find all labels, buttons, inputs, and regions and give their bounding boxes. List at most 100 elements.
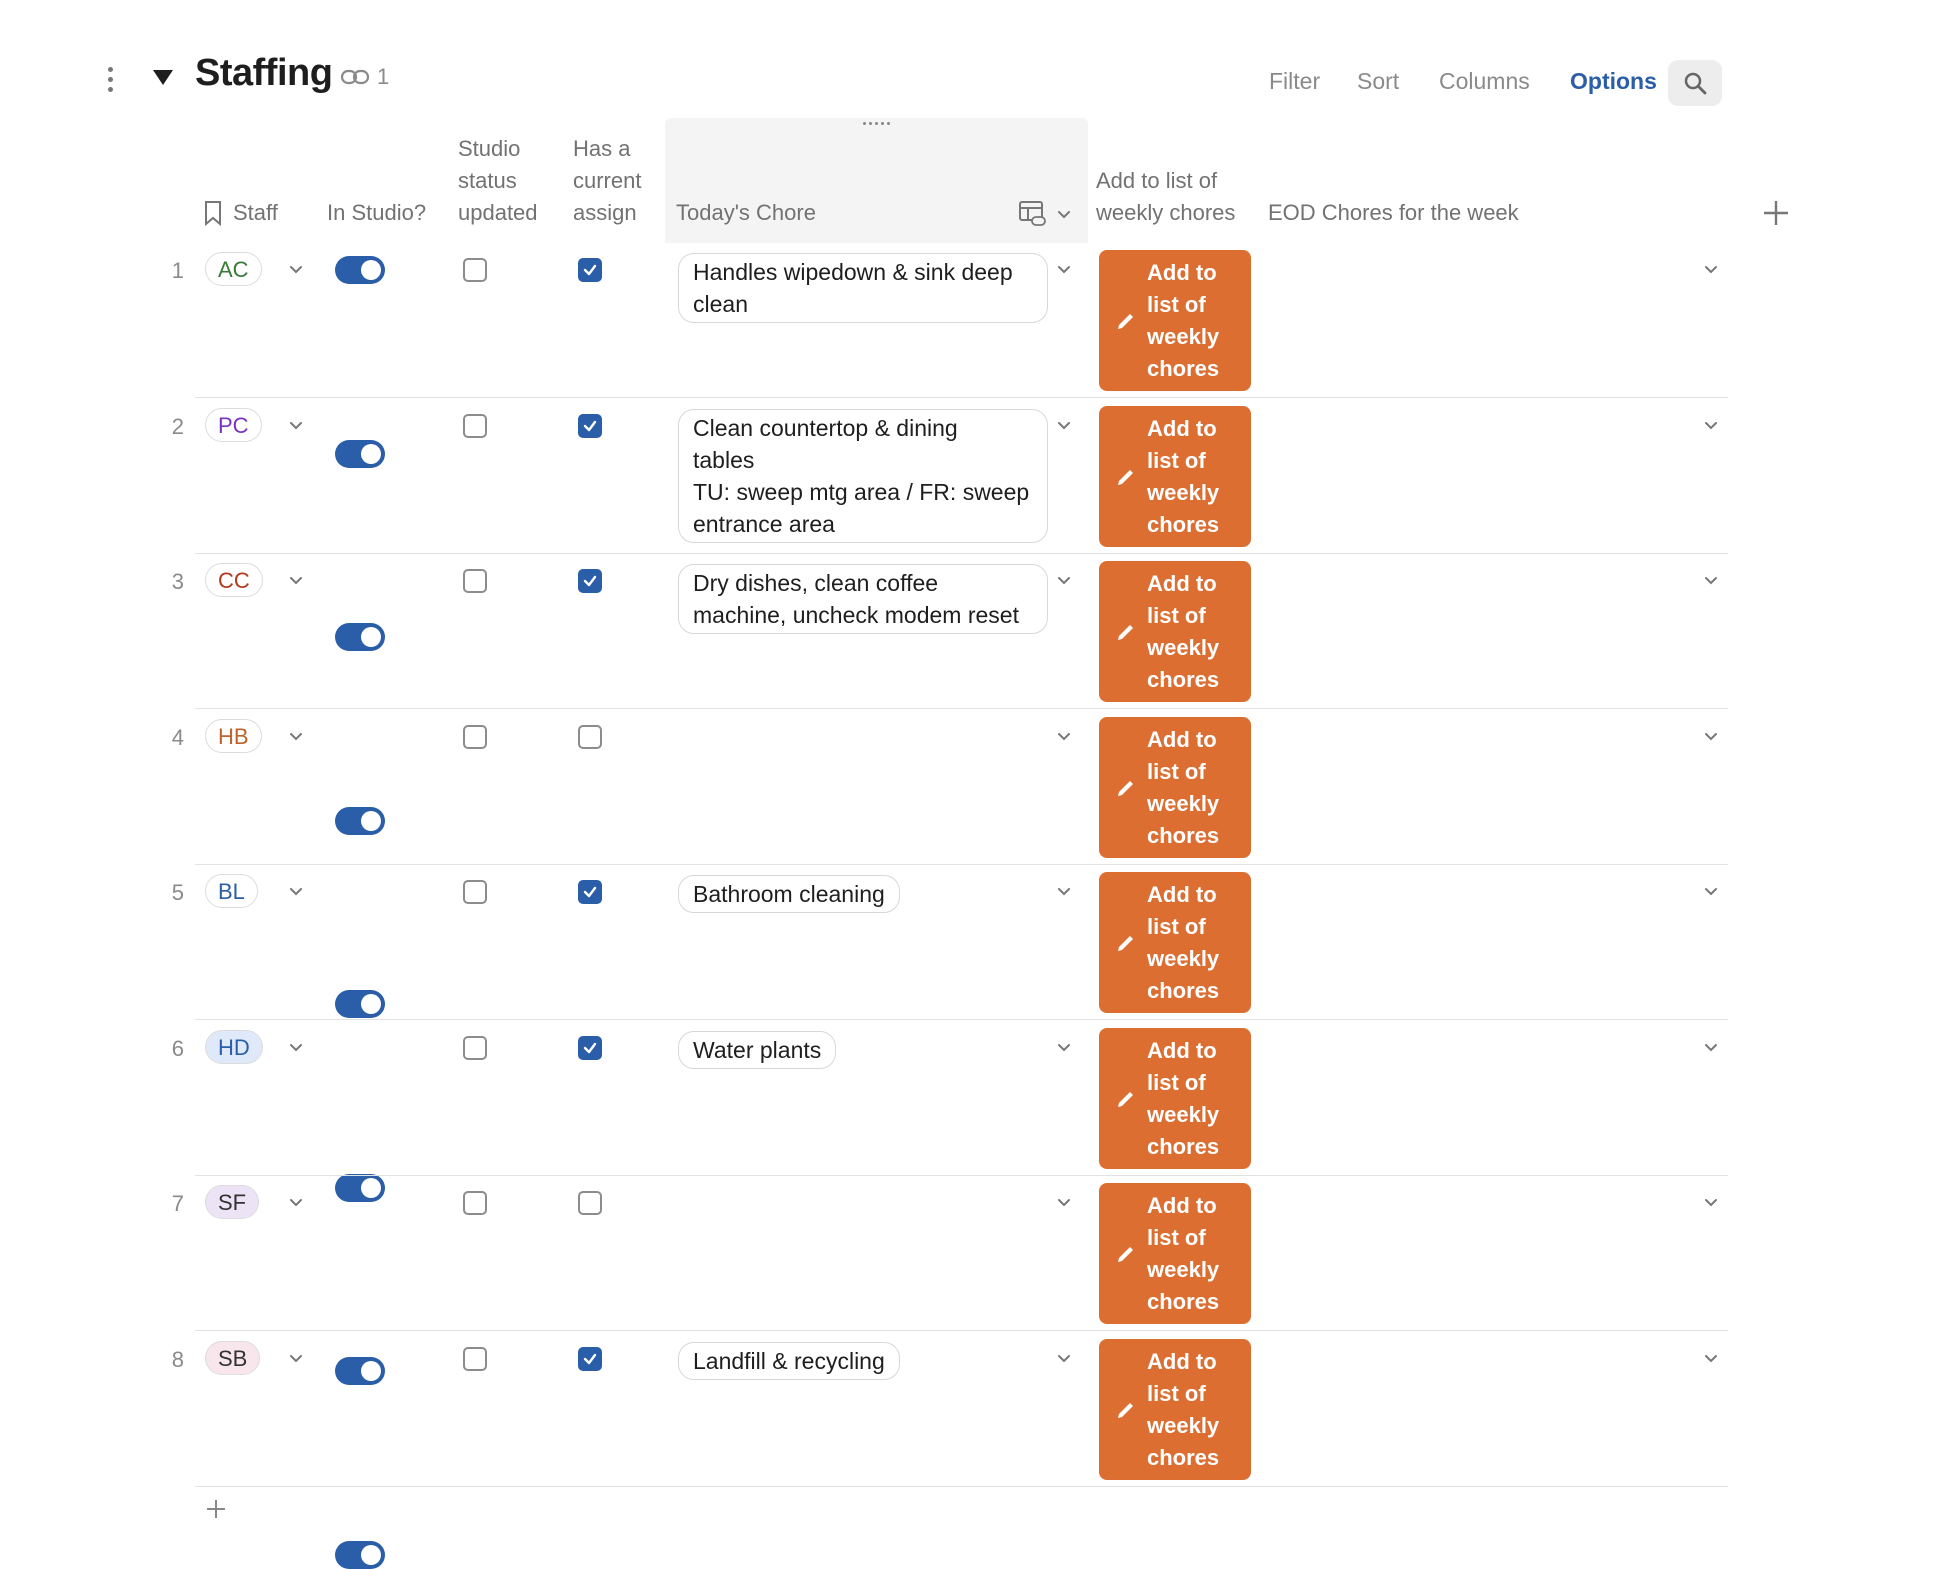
studio-status-checkbox[interactable]	[463, 414, 487, 438]
chevron-down-icon[interactable]	[1700, 414, 1722, 436]
chore-chip[interactable]: Bathroom cleaning	[678, 875, 900, 913]
staff-chip[interactable]: HB	[205, 719, 262, 753]
chore-chip[interactable]: Landfill & recycling	[678, 1342, 900, 1380]
add-to-weekly-chores-button[interactable]: Add to list of weekly chores	[1099, 1339, 1251, 1480]
pencil-icon	[1118, 1402, 1133, 1418]
in-studio-toggle[interactable]	[335, 990, 385, 1018]
add-column-icon[interactable]	[1760, 197, 1792, 229]
column-header-add-weekly-line2[interactable]: weekly chores	[1096, 197, 1235, 229]
chevron-down-icon[interactable]	[285, 1036, 307, 1058]
chore-chip[interactable]: Water plants	[678, 1031, 837, 1069]
chevron-down-icon[interactable]	[285, 414, 307, 436]
has-assign-checkbox[interactable]	[578, 569, 602, 593]
chevron-down-icon[interactable]	[1053, 1036, 1075, 1058]
studio-status-checkbox[interactable]	[463, 725, 487, 749]
pencil-icon	[1118, 313, 1133, 329]
chevron-down-icon[interactable]	[1053, 203, 1075, 225]
chevron-down-icon[interactable]	[1700, 1347, 1722, 1369]
has-assign-checkbox[interactable]	[578, 258, 602, 282]
chevron-down-icon[interactable]	[1053, 569, 1075, 591]
table-row: 1 AC Handles wipedown & sink deep clean Add…	[0, 0, 1937, 398]
in-studio-toggle[interactable]	[335, 1541, 385, 1569]
staff-chip[interactable]: CC	[205, 563, 263, 597]
column-header-has-assign-line1[interactable]: Has a	[573, 133, 630, 165]
chevron-down-icon[interactable]	[285, 1347, 307, 1369]
sort-button[interactable]: Sort	[1357, 68, 1399, 95]
staff-chip[interactable]: BL	[205, 874, 258, 908]
in-studio-toggle[interactable]	[335, 1174, 385, 1202]
filter-button[interactable]: Filter	[1269, 68, 1320, 95]
chevron-down-icon[interactable]	[1053, 880, 1075, 902]
staff-chip[interactable]: PC	[205, 408, 262, 442]
add-to-weekly-chores-button[interactable]: Add to list of weekly chores	[1099, 561, 1251, 702]
chevron-down-icon[interactable]	[1053, 1347, 1075, 1369]
has-assign-checkbox[interactable]	[578, 725, 602, 749]
chevron-down-icon[interactable]	[1700, 725, 1722, 747]
chevron-down-icon[interactable]	[1700, 1036, 1722, 1058]
column-drag-handle[interactable]	[860, 118, 892, 128]
chevron-down-icon[interactable]	[1700, 258, 1722, 280]
add-to-weekly-chores-button[interactable]: Add to list of weekly chores	[1099, 872, 1251, 1013]
search-button[interactable]	[1668, 60, 1722, 106]
in-studio-toggle[interactable]	[335, 807, 385, 835]
column-header-studio-status-line1[interactable]: Studio	[458, 133, 520, 165]
add-to-weekly-chores-button[interactable]: Add to list of weekly chores	[1099, 1183, 1251, 1324]
chevron-down-icon[interactable]	[1053, 258, 1075, 280]
chevron-down-icon[interactable]	[1053, 414, 1075, 436]
link-count: 1	[377, 64, 390, 89]
in-studio-toggle[interactable]	[335, 440, 385, 468]
add-to-weekly-chores-button[interactable]: Add to list of weekly chores	[1099, 250, 1251, 391]
has-assign-checkbox[interactable]	[578, 1191, 602, 1215]
staff-chip[interactable]: SF	[205, 1185, 260, 1219]
column-header-studio-status-line3[interactable]: updated	[458, 197, 538, 229]
add-to-weekly-chores-button[interactable]: Add to list of weekly chores	[1099, 1028, 1251, 1169]
has-assign-checkbox[interactable]	[578, 1347, 602, 1371]
studio-status-checkbox[interactable]	[463, 1347, 487, 1371]
has-assign-checkbox[interactable]	[578, 1036, 602, 1060]
add-to-weekly-chores-button[interactable]: Add to list of weekly chores	[1099, 717, 1251, 858]
chevron-down-icon[interactable]	[1700, 880, 1722, 902]
column-header-staff[interactable]: Staff	[233, 197, 278, 229]
row-number: 3	[171, 569, 184, 594]
chore-chip[interactable]: Dry dishes, clean coffee machine, uncheck…	[678, 564, 1048, 634]
chore-chip[interactable]: Handles wipedown & sink deep clean	[678, 253, 1048, 323]
linked-table-icon[interactable]	[1018, 200, 1048, 228]
staff-chip[interactable]: HD	[205, 1030, 263, 1064]
has-assign-checkbox[interactable]	[578, 880, 602, 904]
column-header-has-assign-line3[interactable]: assign	[573, 197, 637, 229]
staff-chip[interactable]: SB	[205, 1341, 261, 1375]
chevron-down-icon[interactable]	[285, 569, 307, 591]
has-assign-checkbox[interactable]	[578, 414, 602, 438]
studio-status-checkbox[interactable]	[463, 258, 487, 282]
chore-chip[interactable]: Clean countertop & dining tables TU: sweep…	[678, 409, 1048, 543]
in-studio-toggle[interactable]	[335, 1357, 385, 1385]
chevron-down-icon[interactable]	[1700, 1191, 1722, 1213]
in-studio-toggle[interactable]	[335, 623, 385, 651]
studio-status-checkbox[interactable]	[463, 880, 487, 904]
studio-status-checkbox[interactable]	[463, 1191, 487, 1215]
row-divider	[195, 553, 1728, 554]
column-header-in-studio[interactable]: In Studio?	[327, 197, 426, 229]
column-header-studio-status-line2[interactable]: status	[458, 165, 517, 197]
add-to-weekly-chores-button[interactable]: Add to list of weekly chores	[1099, 406, 1251, 547]
column-header-has-assign-line2[interactable]: current	[573, 165, 641, 197]
collapse-triangle-icon[interactable]	[150, 64, 176, 90]
column-header-todays-chore[interactable]: Today's Chore	[676, 197, 816, 229]
chevron-down-icon[interactable]	[1053, 1191, 1075, 1213]
column-header-eod-chores[interactable]: EOD Chores for the week	[1268, 197, 1519, 229]
column-header-add-weekly-line1[interactable]: Add to list of	[1096, 165, 1217, 197]
chevron-down-icon[interactable]	[285, 258, 307, 280]
chevron-down-icon[interactable]	[1053, 725, 1075, 747]
options-button[interactable]: Options	[1570, 68, 1657, 95]
chevron-down-icon[interactable]	[285, 880, 307, 902]
columns-button[interactable]: Columns	[1439, 68, 1530, 95]
chevron-down-icon[interactable]	[1700, 569, 1722, 591]
more-options-icon[interactable]	[100, 64, 120, 94]
chevron-down-icon[interactable]	[285, 1191, 307, 1213]
studio-status-checkbox[interactable]	[463, 569, 487, 593]
in-studio-toggle[interactable]	[335, 256, 385, 284]
add-row-icon[interactable]	[205, 1498, 227, 1520]
chevron-down-icon[interactable]	[285, 725, 307, 747]
staff-chip[interactable]: AC	[205, 252, 262, 286]
studio-status-checkbox[interactable]	[463, 1036, 487, 1060]
